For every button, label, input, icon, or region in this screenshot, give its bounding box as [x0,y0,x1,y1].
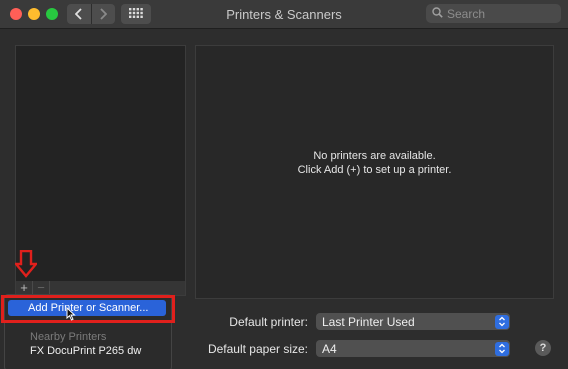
search-input[interactable] [447,6,547,21]
nearby-printers-header: Nearby Printers [30,331,107,343]
arrow-down-icon [13,249,39,283]
pointer-cursor-icon [66,306,76,326]
help-button[interactable]: ? [535,340,551,356]
default-printer-label: Default printer: [229,315,308,329]
default-printer-value: Last Printer Used [322,314,415,329]
search-field[interactable] [426,4,561,23]
printer-detail-panel: No printers are available. Click Add (+)… [195,45,554,299]
default-paper-size-value: A4 [322,341,337,356]
add-printer-button[interactable]: + [16,281,33,295]
updown-chevron-icon [495,314,509,329]
updown-chevron-icon [495,341,509,356]
annotation-highlight-box [1,295,175,323]
search-icon [426,5,443,23]
empty-state-line-2: Click Add (+) to set up a printer. [297,164,452,176]
default-paper-size-popup[interactable]: A4 [316,340,510,357]
empty-state-line-1: No printers are available. [313,150,436,162]
printers-scanners-window: Printers & Scanners + − No printers are … [0,0,568,369]
titlebar: Printers & Scanners [0,0,568,29]
default-paper-size-label: Default paper size: [207,342,308,356]
remove-printer-button[interactable]: − [33,281,50,295]
printer-list[interactable] [15,45,186,283]
nearby-printer-item[interactable]: FX DocuPrint P265 dw [30,345,141,357]
empty-state-message: No printers are available. Click Add (+)… [196,149,553,177]
default-printer-popup[interactable]: Last Printer Used [316,313,510,330]
